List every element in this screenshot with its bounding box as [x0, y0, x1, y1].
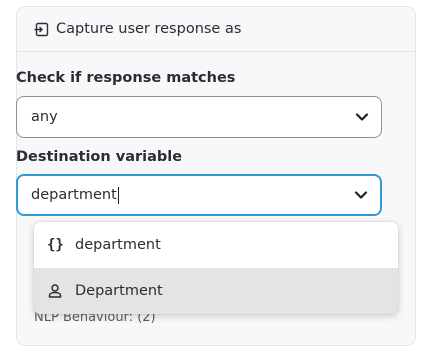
match-select[interactable]: any [16, 96, 382, 138]
variable-braces-icon: {} [47, 237, 64, 253]
chevron-down-icon[interactable] [354, 189, 368, 201]
card-title: Capture user response as [56, 21, 242, 37]
match-field-label: Check if response matches [16, 70, 236, 86]
destination-input-value: department [31, 187, 117, 203]
option-label: department [75, 237, 161, 253]
option-variable-department[interactable]: {} department [34, 222, 398, 268]
capture-input-icon [33, 21, 49, 37]
user-icon [47, 282, 67, 300]
card-header: Capture user response as [17, 7, 415, 52]
variable-dropdown: {} department Department [34, 222, 398, 314]
option-user-department[interactable]: Department [34, 268, 398, 314]
match-select-value: any [31, 109, 58, 125]
destination-field-label: Destination variable [16, 149, 183, 165]
text-caret [117, 186, 119, 204]
chevron-down-icon [355, 111, 369, 123]
option-label: Department [75, 283, 163, 299]
destination-variable-input[interactable]: department [16, 174, 382, 216]
